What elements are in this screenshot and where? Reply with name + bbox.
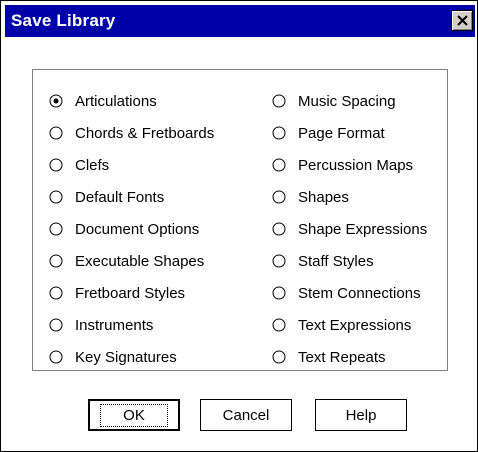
option-label: Document Options	[75, 220, 200, 238]
radio-default-fonts[interactable]: Default Fonts	[49, 181, 214, 213]
radio-unselected-icon	[49, 318, 63, 332]
radio-clefs[interactable]: Clefs	[49, 149, 214, 181]
radio-text-expressions[interactable]: Text Expressions	[272, 309, 427, 341]
help-button-label: Help	[345, 406, 377, 424]
radio-fretboard-styles[interactable]: Fretboard Styles	[49, 277, 214, 309]
option-label: Default Fonts	[75, 188, 165, 206]
option-label: Chords & Fretboards	[75, 124, 215, 142]
radio-unselected-icon	[49, 350, 63, 364]
radio-unselected-icon	[272, 286, 286, 300]
help-button[interactable]: Help	[315, 399, 407, 431]
radio-unselected-icon	[49, 126, 63, 140]
radio-page-format[interactable]: Page Format	[272, 117, 427, 149]
cancel-button[interactable]: Cancel	[200, 399, 292, 431]
option-label: Instruments	[75, 316, 154, 334]
save-library-dialog: Save Library Articulations Chords & Fret…	[0, 0, 478, 452]
option-label: Percussion Maps	[298, 156, 414, 174]
ok-button-label: OK	[100, 403, 168, 427]
option-label: Fretboard Styles	[75, 284, 186, 302]
option-label: Clefs	[75, 156, 110, 174]
dialog-title: Save Library	[11, 11, 116, 30]
radio-selected-icon	[49, 94, 63, 108]
radio-shape-expressions[interactable]: Shape Expressions	[272, 213, 427, 245]
radio-percussion-maps[interactable]: Percussion Maps	[272, 149, 427, 181]
radio-unselected-icon	[272, 222, 286, 236]
option-label: Text Expressions	[298, 316, 412, 334]
ok-button[interactable]: OK	[88, 399, 180, 431]
radio-unselected-icon	[272, 190, 286, 204]
options-column-left: Articulations Chords & Fretboards Clefs …	[49, 85, 214, 373]
radio-stem-connections[interactable]: Stem Connections	[272, 277, 427, 309]
option-label: Articulations	[75, 92, 157, 110]
option-label: Shape Expressions	[298, 220, 428, 238]
radio-document-options[interactable]: Document Options	[49, 213, 214, 245]
radio-unselected-icon	[49, 286, 63, 300]
radio-key-signatures[interactable]: Key Signatures	[49, 341, 214, 373]
radio-chords-fretboards[interactable]: Chords & Fretboards	[49, 117, 214, 149]
radio-unselected-icon	[49, 222, 63, 236]
option-label: Music Spacing	[298, 92, 396, 110]
option-label: Staff Styles	[298, 252, 374, 270]
option-label: Executable Shapes	[75, 252, 205, 270]
radio-executable-shapes[interactable]: Executable Shapes	[49, 245, 214, 277]
radio-unselected-icon	[272, 94, 286, 108]
close-icon	[457, 15, 468, 26]
radio-unselected-icon	[272, 350, 286, 364]
option-label: Page Format	[298, 124, 385, 142]
radio-unselected-icon	[272, 158, 286, 172]
radio-staff-styles[interactable]: Staff Styles	[272, 245, 427, 277]
option-label: Shapes	[298, 188, 349, 206]
radio-unselected-icon	[49, 190, 63, 204]
option-label: Stem Connections	[298, 284, 421, 302]
radio-unselected-icon	[272, 126, 286, 140]
radio-text-repeats[interactable]: Text Repeats	[272, 341, 427, 373]
close-button[interactable]	[451, 10, 473, 31]
radio-unselected-icon	[49, 254, 63, 268]
radio-unselected-icon	[49, 158, 63, 172]
title-bar[interactable]: Save Library	[5, 5, 475, 37]
option-label: Text Repeats	[298, 348, 386, 366]
option-label: Key Signatures	[75, 348, 177, 366]
radio-instruments[interactable]: Instruments	[49, 309, 214, 341]
radio-unselected-icon	[272, 318, 286, 332]
radio-shapes[interactable]: Shapes	[272, 181, 427, 213]
radio-music-spacing[interactable]: Music Spacing	[272, 85, 427, 117]
radio-unselected-icon	[272, 254, 286, 268]
cancel-button-label: Cancel	[222, 406, 270, 424]
radio-articulations[interactable]: Articulations	[49, 85, 214, 117]
options-column-right: Music Spacing Page Format Percussion Map…	[272, 85, 427, 373]
